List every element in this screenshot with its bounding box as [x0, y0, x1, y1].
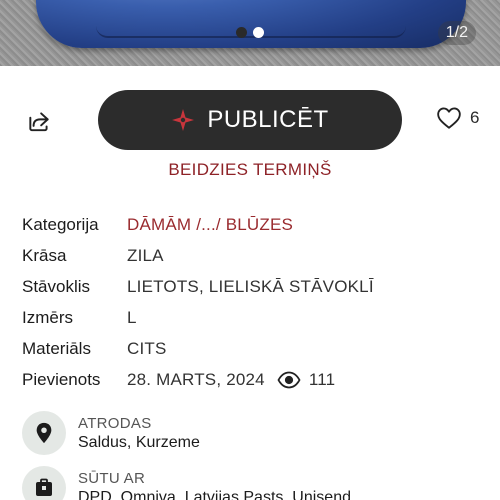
like-count: 6	[470, 108, 480, 127]
product-photo[interactable]: 1/2	[0, 0, 500, 66]
like-button[interactable]: 6	[436, 106, 479, 130]
heart-outline-icon	[437, 107, 461, 129]
gallery-dot-1[interactable]	[236, 27, 247, 38]
package-icon	[36, 478, 52, 496]
share-icon	[29, 112, 49, 132]
material-label: Materiāls	[22, 338, 91, 358]
color-value: ZILA	[127, 245, 164, 265]
status-label: BEIDZIES TERMIŅŠ	[168, 160, 332, 179]
map-pin-icon	[36, 422, 52, 444]
details-list: Kategorija DĀMĀM /.../ BLŪZES Krāsa ZILA…	[22, 209, 482, 395]
shipping-icon-circle	[22, 466, 66, 500]
eye-icon	[277, 371, 301, 388]
detail-row-material: Materiāls CITS	[22, 333, 482, 364]
material-value: CITS	[127, 338, 167, 358]
shipping-label: SŪTU AR	[78, 469, 146, 487]
location-value: Saldus, Kurzeme	[78, 433, 200, 451]
detail-row-added: Pievienots 28. MARTS, 2024 111	[22, 364, 482, 395]
detail-row-condition: Stāvoklis LIETOTS, LIELISKĀ STĀVOKLĪ	[22, 271, 482, 302]
gallery-dots	[236, 27, 264, 38]
publish-label: PUBLICĒT	[207, 106, 329, 133]
publish-button[interactable]: PUBLICĒT	[98, 90, 402, 150]
added-label: Pievienots	[22, 369, 101, 389]
views-counter: 111	[277, 370, 335, 390]
shipping-block: SŪTU AR DPD, Omniva, Latvijas Pasts, Uni…	[22, 466, 351, 500]
detail-row-category: Kategorija DĀMĀM /.../ BLŪZES	[22, 209, 482, 240]
detail-row-size: Izmērs L	[22, 302, 482, 333]
four-point-star-icon	[172, 109, 195, 131]
location-block: ATRODAS Saldus, Kurzeme	[22, 411, 200, 455]
image-counter: 1/2	[437, 21, 476, 45]
views-count: 111	[308, 369, 336, 389]
gallery-dot-2[interactable]	[253, 27, 264, 38]
location-icon-circle	[22, 411, 66, 455]
category-label: Kategorija	[22, 214, 99, 234]
color-label: Krāsa	[22, 245, 67, 265]
location-label: ATRODAS	[78, 414, 152, 432]
condition-label: Stāvoklis	[22, 276, 91, 296]
size-label: Izmērs	[22, 307, 73, 327]
added-value: 28. MARTS, 2024	[127, 369, 265, 389]
condition-value: LIETOTS, LIELISKĀ STĀVOKLĪ	[127, 276, 374, 296]
detail-row-color: Krāsa ZILA	[22, 240, 482, 271]
blue-blouse-image	[36, 0, 466, 48]
share-button[interactable]	[22, 104, 56, 138]
size-value: L	[127, 307, 137, 327]
shipping-value: DPD, Omniva, Latvijas Pasts, Unisend	[78, 488, 351, 500]
category-link[interactable]: DĀMĀM /.../ BLŪZES	[127, 215, 293, 235]
